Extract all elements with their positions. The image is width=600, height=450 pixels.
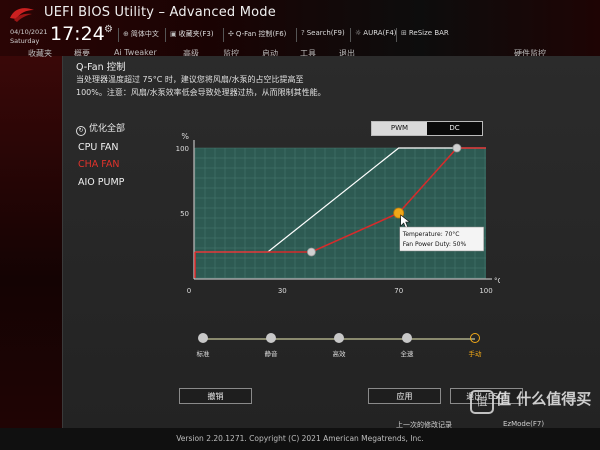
preset-label-silent: 静音: [264, 350, 278, 358]
background-left: [0, 56, 62, 428]
resize-bar-label: ReSize BAR: [408, 29, 449, 37]
description-line: 100%。注意：风扇/水泵效率低会导致处理器过热，从而限制其性能。: [76, 88, 326, 97]
dialog-title: Q-Fan 控制: [76, 62, 126, 73]
resize-bar-button[interactable]: ⊞ ReSize BAR: [401, 29, 449, 37]
tooltip-temperature: Temperature: 70°C: [402, 231, 460, 238]
rog-logo-icon: [10, 8, 34, 22]
fan-item-aio-pump[interactable]: AIO PUMP: [78, 177, 124, 188]
day-text: Saturday: [10, 37, 40, 45]
divider: [296, 28, 297, 42]
language-label: 简体中文: [130, 30, 159, 38]
divider: [223, 28, 224, 42]
aura-icon: ☼: [355, 29, 362, 37]
app-title: UEFI BIOS Utility – Advanced Mode: [44, 5, 276, 20]
tooltip-duty: Fan Power Duty: 50%: [403, 241, 467, 248]
fan-curve-chart[interactable]: 50100%0 30 70 100°CTemperature: 70°CFan Pow…: [160, 130, 500, 310]
qfan-button[interactable]: ✣ Q-Fan 控制(F6): [228, 29, 286, 39]
dialog-description: 当处理器温度超过 75°C 时，建议您将风扇/水泵的占空比提高至 100%。注意…: [76, 73, 436, 99]
y-tick-label: 100: [176, 145, 189, 153]
preset-label-standard: 标准: [196, 350, 210, 358]
divider: [118, 28, 119, 42]
x-tick-label: 70: [394, 287, 403, 295]
search-label: Search(F9): [306, 29, 345, 37]
apply-button[interactable]: 应用: [368, 388, 441, 404]
x-tick-label: 100: [479, 287, 492, 295]
x-tick-label: 0: [187, 287, 191, 295]
clock-settings-icon[interactable]: ⚙: [104, 24, 113, 35]
bookmark-icon: ▣: [170, 30, 177, 38]
preset-performance-handle[interactable]: [334, 333, 344, 343]
fan-item-cpu-fan[interactable]: CPU FAN: [78, 142, 119, 153]
aura-label: AURA(F4): [363, 29, 397, 37]
clock: 17:24: [50, 23, 105, 45]
undo-button[interactable]: 撤销: [179, 388, 252, 404]
preset-label-performance: 高效: [332, 350, 346, 358]
ez-mode-link[interactable]: EzMode(F7): [503, 420, 544, 428]
qfan-label: Q-Fan 控制(F6): [235, 30, 287, 38]
watermark-text: 值 什么值得买: [496, 390, 592, 408]
optimize-all-label: 优化全部: [89, 124, 126, 134]
fan-item-cha-fan[interactable]: CHA FAN: [78, 159, 120, 170]
help-icon: ?: [301, 29, 305, 37]
optimize-all-button[interactable]: ↻ 优化全部: [76, 121, 125, 136]
version-text: Version 2.20.1271. Copyright (C) 2021 Am…: [176, 434, 424, 443]
divider: [165, 28, 166, 42]
optimize-icon: ↻: [76, 126, 86, 136]
x-axis-unit: °C: [494, 277, 500, 285]
globe-icon: ⊕: [123, 30, 129, 38]
resize-icon: ⊞: [401, 29, 407, 37]
preset-label-manual: 手动: [468, 350, 482, 358]
watermark: 值 值 什么值得买: [470, 388, 598, 420]
divider: [350, 28, 351, 42]
x-tick-label: 30: [278, 287, 287, 295]
preset-standard-handle[interactable]: [198, 333, 208, 343]
date-text: 04/10/2021: [10, 28, 48, 36]
language-button[interactable]: ⊕ 简体中文: [123, 29, 159, 39]
fan-icon: ✣: [228, 30, 234, 38]
y-tick-label: 50: [180, 210, 189, 218]
favorites-label: 收藏夹(F3): [178, 30, 214, 38]
preset-manual-handle[interactable]: [469, 333, 480, 343]
search-button[interactable]: ? Search(F9): [301, 29, 345, 37]
preset-silent-handle[interactable]: [266, 333, 276, 343]
plot-area: [195, 148, 486, 278]
aura-button[interactable]: ☼ AURA(F4): [355, 29, 397, 37]
divider: [396, 28, 397, 42]
curve-point[interactable]: [306, 247, 316, 257]
preset-full-speed-handle[interactable]: [402, 333, 412, 343]
tab-favorites[interactable]: 收藏夹: [28, 48, 52, 58]
y-axis-unit: %: [181, 132, 189, 141]
curve-point[interactable]: [452, 143, 462, 153]
favorites-button[interactable]: ▣ 收藏夹(F3): [170, 29, 214, 39]
date-display: 04/10/2021 Saturday: [10, 28, 47, 46]
watermark-logo-icon: 值: [470, 390, 494, 414]
description-line: 当处理器温度超过 75°C 时，建议您将风扇/水泵的占空比提高至: [76, 75, 304, 84]
preset-label-full-speed: 全速: [400, 350, 414, 358]
